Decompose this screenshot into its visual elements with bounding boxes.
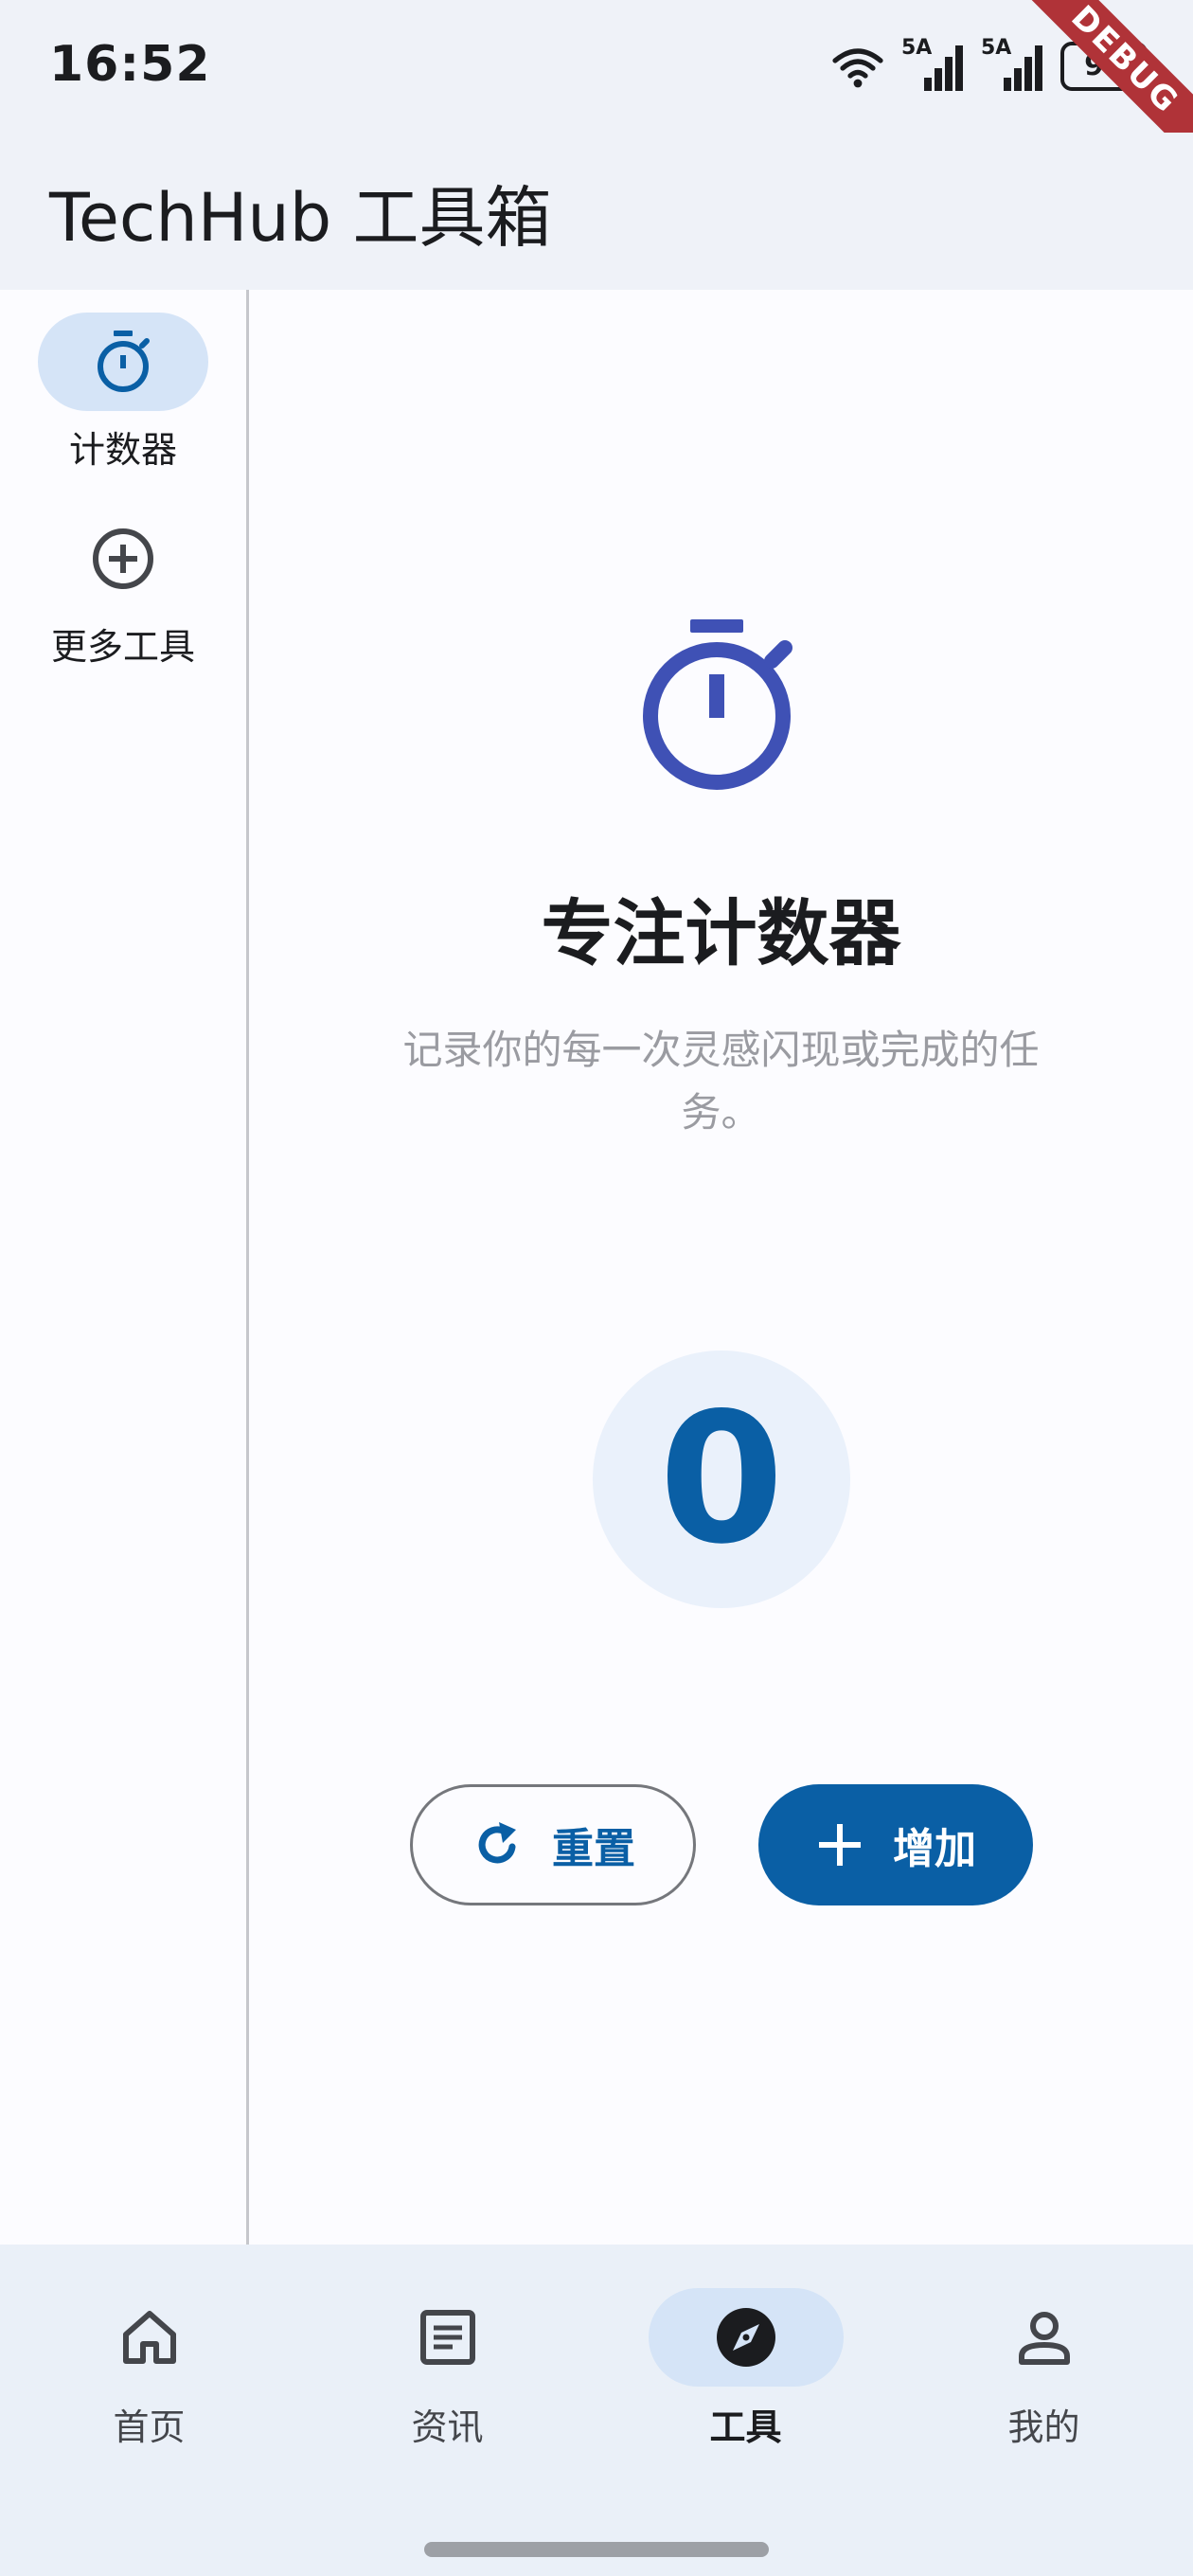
nav-item-label: 我的 [1007, 2406, 1080, 2448]
counter-description: 记录你的每一次灵感闪现或完成的任务。 [402, 1027, 1040, 1136]
person-icon [1018, 2312, 1070, 2365]
increment-button[interactable]: 增加 [758, 1784, 1033, 1905]
nav-item-news[interactable]: 资讯 [298, 2288, 596, 2450]
nav-item-label: 工具 [709, 2406, 782, 2448]
network-type-label: 5A [981, 36, 1012, 60]
nav-selected-indicator [648, 2288, 844, 2387]
counter-panel: 专注计数器 记录你的每一次灵感闪现或完成的任务。 0 重置 增加 [249, 290, 1193, 2245]
article-icon [419, 2310, 475, 2365]
home-icon [122, 2311, 176, 2364]
counter-display: 0 [593, 1351, 850, 1608]
cellular-signal-2: 5A [981, 36, 1043, 93]
refresh-icon [478, 1822, 516, 1864]
home-indicator[interactable] [424, 2542, 769, 2557]
timer-icon [98, 331, 150, 392]
counter-value: 0 [658, 1374, 785, 1583]
nav-item-home[interactable]: 首页 [0, 2288, 298, 2450]
status-time: 16:52 [49, 36, 211, 93]
rail-item-label: 更多工具 [50, 626, 195, 668]
navigation-rail: 计数器 更多工具 [0, 290, 249, 2245]
reset-button-label: 重置 [552, 1825, 635, 1873]
rail-icon-container [38, 510, 208, 608]
rail-item-label: 计数器 [68, 429, 177, 471]
rail-item-more-tools[interactable]: 更多工具 [0, 510, 246, 670]
nav-item-label: 首页 [113, 2406, 186, 2448]
plus-icon [819, 1824, 861, 1866]
status-bar: 16:52 5A 5A 96 [0, 0, 1193, 177]
rail-item-counter[interactable]: 计数器 [0, 313, 246, 473]
cellular-signal-1: 5A [901, 36, 964, 93]
nav-icon-container [947, 2288, 1142, 2387]
nav-icon-container [350, 2288, 545, 2387]
page-title: TechHub 工具箱 [49, 179, 552, 257]
increment-button-label: 增加 [893, 1825, 976, 1873]
network-type-label: 5A [901, 36, 933, 60]
counter-title: 专注计数器 [541, 891, 901, 975]
rail-selected-indicator [38, 313, 208, 411]
nav-icon-container [52, 2288, 247, 2387]
nav-item-label: 资讯 [411, 2406, 484, 2448]
app-bar: TechHub 工具箱 [0, 133, 1193, 290]
compass-icon [716, 2308, 775, 2367]
nav-item-tools[interactable]: 工具 [596, 2288, 895, 2450]
nav-item-profile[interactable]: 我的 [895, 2288, 1193, 2450]
reset-button[interactable]: 重置 [410, 1784, 696, 1905]
wifi-icon [832, 48, 883, 88]
bottom-navigation-bar: 首页 资讯 工具 我的 [0, 2245, 1193, 2576]
timer-icon [643, 619, 792, 790]
add-circle-icon [93, 528, 153, 589]
